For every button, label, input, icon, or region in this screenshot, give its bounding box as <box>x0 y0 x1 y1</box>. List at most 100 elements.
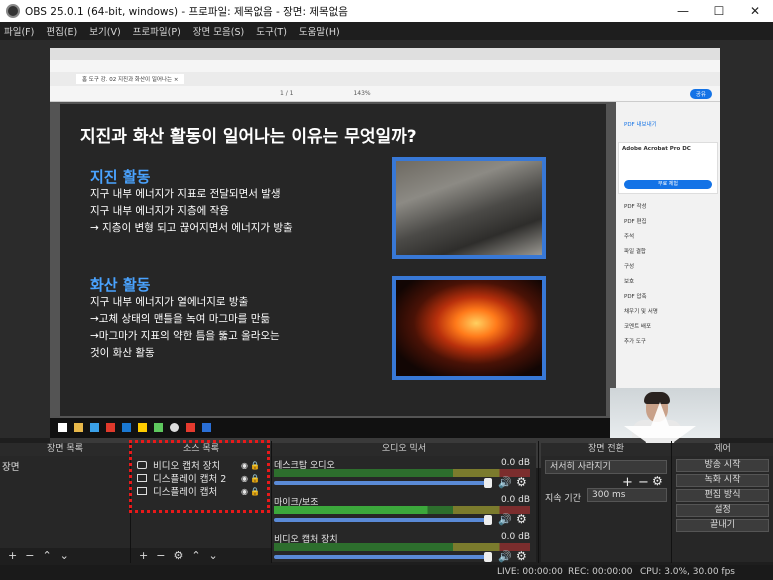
captured-tool: 코멘트 배포 <box>624 324 652 330</box>
menu-help[interactable]: 도움말(H) <box>299 24 340 38</box>
gear-icon[interactable]: ⚙ <box>516 549 527 563</box>
transitions-dock-header: 장면 전환 <box>541 443 671 456</box>
source-properties-gear-icon[interactable]: ⚙ <box>173 549 183 562</box>
gear-icon[interactable]: ⚙ <box>516 512 527 526</box>
minimize-button[interactable]: — <box>665 4 701 18</box>
sources-toolbar: + − ⚙ ⌃ ⌄ <box>131 548 271 562</box>
studio-mode-button[interactable]: 편집 방식 <box>676 489 769 502</box>
mixer-track-mic: 마이크/보조 0.0 dB 🔊 ⚙ <box>274 495 532 531</box>
volume-meter <box>274 469 530 477</box>
sticky-notes-icon <box>138 423 147 432</box>
scenes-list[interactable]: 장면 <box>0 456 130 548</box>
move-source-down-button[interactable]: ⌄ <box>209 549 218 562</box>
captured-tool: 주석 <box>624 234 635 240</box>
captured-toolbar: 1 / 1 143% 공유 <box>50 86 720 102</box>
volcano-title: 화산 활동 <box>90 276 151 294</box>
move-scene-up-button[interactable]: ⌃ <box>42 549 51 562</box>
remove-scene-button[interactable]: − <box>25 549 34 562</box>
speaker-icon[interactable]: 🔊 <box>498 550 512 563</box>
earthquake-title: 지진 활동 <box>90 168 151 186</box>
track-db: 0.0 dB <box>500 495 530 505</box>
volume-meter <box>274 506 530 514</box>
start-recording-button[interactable]: 녹화 시작 <box>676 474 769 487</box>
captured-menubar <box>50 60 720 72</box>
captured-promo: Adobe Acrobat Pro DC 무료 체험 <box>618 142 718 194</box>
acrobat-icon <box>186 423 195 432</box>
volume-meter <box>274 543 530 551</box>
slide: 지진과 화산 활동이 일어나는 이유는 무엇일까? 지진 활동 지구 내부 에너… <box>60 104 606 416</box>
remove-source-button[interactable]: − <box>156 549 165 562</box>
mixer-track-desktop-audio: 데스크탑 오디오 0.0 dB 🔊 ⚙ <box>274 458 532 494</box>
scene-item[interactable]: 장면 <box>2 459 19 473</box>
duration-label: 지속 기간 <box>545 494 581 504</box>
captured-tool-export: PDF 내보내기 <box>624 122 657 128</box>
captured-tool: 보호 <box>624 279 635 285</box>
captured-document-area: 지진과 화산 활동이 일어나는 이유는 무엇일까? 지진 활동 지구 내부 에너… <box>50 102 616 418</box>
captured-tool: PDF 압축 <box>624 294 647 300</box>
window-title: OBS 25.0.1 (64-bit, windows) - 프로파일: 제목없… <box>25 5 348 18</box>
duration-input[interactable]: 300 ms <box>587 488 667 502</box>
live-timer: LIVE: 00:00:00 <box>497 567 563 577</box>
captured-titlebar <box>50 48 720 60</box>
menu-bar: 파일(F) 편집(E) 보기(V) 프로파일(P) 장면 모음(S) 도구(T)… <box>0 22 773 39</box>
menu-profile[interactable]: 프로파일(P) <box>133 24 181 38</box>
exit-button[interactable]: 끝내기 <box>676 519 769 532</box>
track-db: 0.0 dB <box>500 458 530 468</box>
app-icon <box>154 423 163 432</box>
mixer-dock-header: 오디오 믹서 <box>272 443 536 456</box>
captured-doc-tab: 홈 도구 강. 02 지진과 화산이 일어나는 × <box>76 74 185 84</box>
cracked-road-image <box>392 157 546 259</box>
volume-slider-handle[interactable] <box>484 552 492 562</box>
speaker-icon[interactable]: 🔊 <box>498 513 512 526</box>
captured-tool: PDF 작성 <box>624 204 647 210</box>
captured-zoom: 143% <box>353 90 371 97</box>
obs-taskbar-icon <box>170 423 179 432</box>
transition-select[interactable]: 서서히 사라지기 <box>545 460 667 474</box>
track-db: 0.0 dB <box>500 532 530 542</box>
volume-slider[interactable] <box>274 481 489 485</box>
speaker-icon[interactable]: 🔊 <box>498 476 512 489</box>
folder-icon <box>74 423 83 432</box>
scenes-toolbar: + − ⌃ ⌄ <box>0 548 130 562</box>
close-button[interactable]: ✕ <box>737 4 773 18</box>
edge-icon <box>122 423 131 432</box>
volume-slider-handle[interactable] <box>484 515 492 525</box>
menu-scene-collection[interactable]: 장면 모음(S) <box>193 24 244 38</box>
add-source-button[interactable]: + <box>139 549 148 562</box>
captured-tools-sidebar: PDF 내보내기 Adobe Acrobat Pro DC 무료 체험 PDF … <box>616 102 720 418</box>
menu-tools[interactable]: 도구(T) <box>256 24 287 38</box>
window-titlebar: OBS 25.0.1 (64-bit, windows) - 프로파일: 제목없… <box>0 0 773 22</box>
volume-slider-handle[interactable] <box>484 478 492 488</box>
start-streaming-button[interactable]: 방송 시작 <box>676 459 769 472</box>
captured-tool: 추가 도구 <box>624 339 646 345</box>
move-source-up-button[interactable]: ⌃ <box>191 549 200 562</box>
captured-tool: 파일 결합 <box>624 249 646 255</box>
dock-divider[interactable] <box>538 441 539 563</box>
status-bar: LIVE: 00:00:00 REC: 00:00:00 CPU: 3.0%, … <box>0 565 773 580</box>
captured-tool: 구성 <box>624 264 635 270</box>
preview-canvas[interactable]: 홈 도구 강. 02 지진과 화산이 일어나는 × 1 / 1 143% 공유 … <box>0 40 773 468</box>
settings-button[interactable]: 설정 <box>676 504 769 517</box>
gear-icon[interactable]: ⚙ <box>516 475 527 489</box>
add-scene-button[interactable]: + <box>8 549 17 562</box>
volume-slider[interactable] <box>274 518 489 522</box>
chrome-icon <box>106 423 115 432</box>
earthquake-text: 지구 내부 에너지가 지표로 전달되면서 발생 지구 내부 에너지가 지층에 작… <box>90 188 293 234</box>
volume-slider[interactable] <box>274 555 489 559</box>
menu-view[interactable]: 보기(V) <box>89 24 120 38</box>
rec-timer: REC: 00:00:00 <box>568 567 633 577</box>
cpu-fps: CPU: 3.0%, 30.00 fps <box>640 567 735 577</box>
erupting-volcano-image <box>392 276 546 380</box>
transition-gear-icon[interactable]: ⚙ <box>652 474 663 488</box>
highlight-annotation <box>129 440 270 513</box>
controls-dock-header: 제어 <box>672 443 773 456</box>
move-scene-down-button[interactable]: ⌄ <box>60 549 69 562</box>
captured-page-indicator: 1 / 1 <box>280 90 294 97</box>
maximize-button[interactable]: ☐ <box>701 4 737 18</box>
slide-title: 지진과 화산 활동이 일어나는 이유는 무엇일까? <box>80 127 417 147</box>
menu-edit[interactable]: 편집(E) <box>46 24 77 38</box>
volcano-text: 지구 내부 에너지가 열에너지로 방출 →고체 상태의 맨틀을 녹여 마그마를 … <box>90 296 280 359</box>
scenes-dock-header: 장면 목록 <box>0 443 130 456</box>
menu-file[interactable]: 파일(F) <box>4 24 34 38</box>
store-icon <box>90 423 99 432</box>
